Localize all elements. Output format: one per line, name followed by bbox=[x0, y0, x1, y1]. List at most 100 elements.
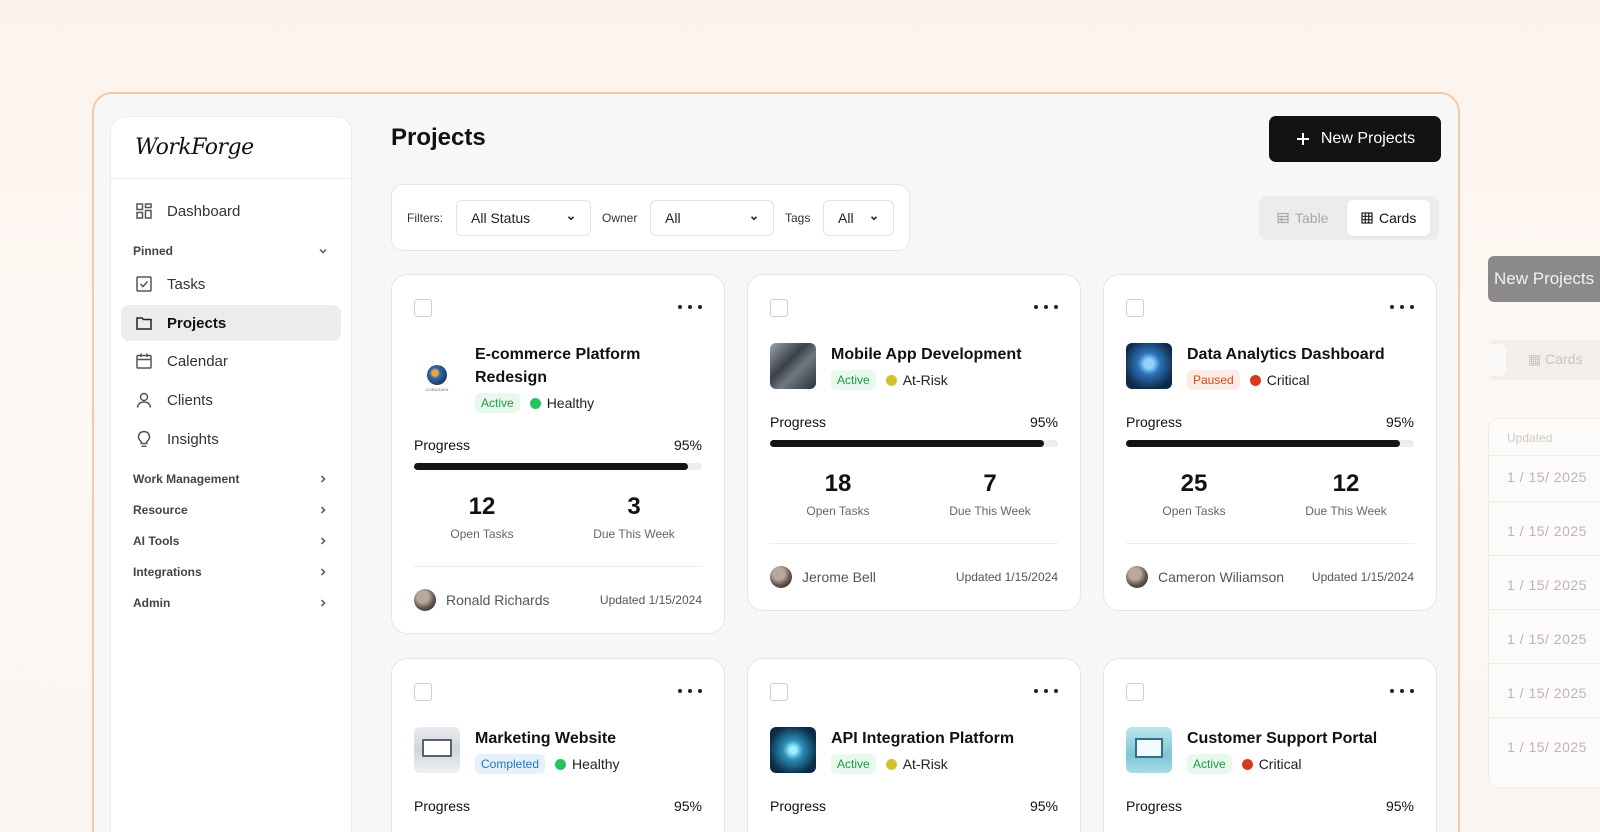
card-checkbox[interactable] bbox=[414, 299, 432, 317]
status-badge: Active bbox=[475, 393, 520, 413]
health-indicator: At-Risk bbox=[885, 372, 948, 388]
status-badge: Paused bbox=[1187, 370, 1240, 390]
due-this-week-stat: 3 Due This Week bbox=[559, 493, 709, 541]
new-projects-button[interactable]: New Projects bbox=[1269, 116, 1441, 162]
card-checkbox[interactable] bbox=[1126, 299, 1144, 317]
chevron-down-icon bbox=[870, 216, 878, 221]
view-toggle: Table Cards bbox=[1259, 196, 1439, 240]
more-options-icon[interactable] bbox=[1034, 681, 1058, 701]
sidebar-group-ai-tools[interactable]: AI Tools bbox=[133, 529, 329, 553]
cards-grid-icon bbox=[1361, 212, 1373, 224]
status-filter-value: All Status bbox=[471, 210, 531, 226]
sidebar-item-calendar[interactable]: Calendar bbox=[121, 343, 341, 379]
status-filter-select[interactable]: All Status bbox=[456, 200, 591, 236]
avatar bbox=[414, 589, 436, 611]
sidebar-group-integrations[interactable]: Integrations bbox=[133, 560, 329, 584]
more-options-icon[interactable] bbox=[1390, 681, 1414, 701]
stat-label: Due This Week bbox=[1305, 504, 1387, 518]
project-card[interactable]: Data Analytics Dashboard Paused Critical… bbox=[1103, 274, 1437, 611]
chevron-right-icon bbox=[320, 506, 326, 514]
ghost-cards-label: ▦ Cards bbox=[1528, 351, 1583, 367]
chevron-right-icon bbox=[320, 475, 326, 483]
ghost-row: 1 / 15/ 2025 bbox=[1507, 577, 1587, 593]
progress-value: 95% bbox=[1385, 414, 1414, 430]
owner-name: Cameron Wiliamson bbox=[1158, 569, 1285, 585]
health-dot bbox=[885, 374, 897, 386]
view-cards-button[interactable]: Cards bbox=[1347, 200, 1431, 236]
project-title[interactable]: Marketing Website bbox=[475, 727, 705, 750]
more-options-icon[interactable] bbox=[678, 681, 702, 701]
sidebar-group-label: Admin bbox=[133, 596, 171, 610]
sidebar-item-tasks[interactable]: Tasks bbox=[121, 266, 341, 302]
more-options-icon[interactable] bbox=[678, 297, 702, 317]
progress-value: 95% bbox=[1029, 798, 1058, 814]
open-tasks-stat: 12 Open Tasks bbox=[407, 493, 557, 541]
stat-label: Due This Week bbox=[593, 527, 675, 541]
card-checkbox[interactable] bbox=[770, 299, 788, 317]
project-card[interactable]: Mobile App Development Active At-Risk Pr… bbox=[747, 274, 1081, 611]
card-checkbox[interactable] bbox=[770, 683, 788, 701]
brand-logo: WorkForge bbox=[111, 117, 351, 179]
filters-label: Filters: bbox=[407, 211, 443, 225]
sidebar-item-dashboard[interactable]: Dashboard bbox=[121, 193, 341, 229]
thumbnail-caption: CORAGAEA bbox=[425, 386, 449, 392]
project-card[interactable]: CORAGAEA E-commerce Platform Redesign Ac… bbox=[391, 274, 725, 634]
sidebar-group-work-management[interactable]: Work Management bbox=[133, 467, 329, 491]
project-card[interactable]: API Integration Platform Active At-Risk … bbox=[747, 658, 1081, 832]
updated-date: Updated 1/15/2024 bbox=[599, 593, 702, 607]
ghost-new-projects-button: New Projects bbox=[1488, 256, 1600, 302]
chevron-right-icon bbox=[320, 568, 326, 576]
view-table-button[interactable]: Table bbox=[1263, 200, 1342, 236]
card-checkbox[interactable] bbox=[414, 683, 432, 701]
project-title[interactable]: Data Analytics Dashboard bbox=[1187, 343, 1417, 366]
ghost-row: 1 / 15/ 2025 bbox=[1507, 631, 1587, 647]
progress-value: 95% bbox=[673, 798, 702, 814]
health-label: Critical bbox=[1266, 372, 1310, 388]
project-badges: Completed Healthy bbox=[475, 754, 620, 774]
project-title[interactable]: API Integration Platform bbox=[831, 727, 1061, 750]
sidebar-item-label: Projects bbox=[167, 314, 227, 332]
owner-filter-select[interactable]: All bbox=[650, 200, 774, 236]
main-content: Projects New Projects Filters: All Statu… bbox=[391, 94, 1458, 832]
stat-value: 12 bbox=[468, 493, 496, 520]
card-checkbox[interactable] bbox=[1126, 683, 1144, 701]
background-panel: New Projects ▦ Cards Updated 1 / 15/ 202… bbox=[1478, 0, 1600, 832]
sidebar-group-label: Pinned bbox=[133, 244, 174, 258]
updated-date: Updated 1/15/2024 bbox=[1311, 570, 1414, 584]
sidebar-item-label: Tasks bbox=[167, 275, 206, 293]
health-label: Healthy bbox=[546, 395, 595, 411]
sidebar-item-projects[interactable]: Projects bbox=[121, 305, 341, 341]
sidebar-item-insights[interactable]: Insights bbox=[121, 421, 341, 457]
tags-filter-select[interactable]: All bbox=[823, 200, 894, 236]
sidebar-group-pinned[interactable]: Pinned bbox=[133, 239, 329, 263]
sidebar-group-label: Work Management bbox=[133, 472, 240, 486]
progress-value: 95% bbox=[1385, 798, 1414, 814]
project-owner: Jerome Bell bbox=[770, 566, 876, 588]
project-card[interactable]: Marketing Website Completed Healthy Prog… bbox=[391, 658, 725, 832]
due-this-week-stat: 12 Due This Week bbox=[1271, 470, 1421, 518]
more-options-icon[interactable] bbox=[1034, 297, 1058, 317]
health-label: At-Risk bbox=[902, 756, 948, 772]
project-title[interactable]: Customer Support Portal bbox=[1187, 727, 1417, 750]
more-options-icon[interactable] bbox=[1390, 297, 1414, 317]
stat-label: Open Tasks bbox=[806, 504, 870, 518]
sidebar-group-admin[interactable]: Admin bbox=[133, 591, 329, 615]
project-title[interactable]: E-commerce Platform Redesign bbox=[475, 343, 705, 389]
ghost-row: 1 / 15/ 2025 bbox=[1507, 469, 1587, 485]
chevron-right-icon bbox=[320, 537, 326, 545]
sidebar-group-resource[interactable]: Resource bbox=[133, 498, 329, 522]
sidebar: WorkForge Dashboard Pinned Tasks Project… bbox=[110, 116, 352, 832]
health-indicator: At-Risk bbox=[885, 756, 948, 772]
status-badge: Active bbox=[831, 754, 876, 774]
tags-filter-label: Tags bbox=[785, 211, 811, 225]
progress-bar bbox=[414, 463, 702, 470]
stat-label: Open Tasks bbox=[450, 527, 514, 541]
ghost-table: Updated 1 / 15/ 2025 1 / 15/ 2025 1 / 15… bbox=[1488, 418, 1600, 788]
project-card[interactable]: Customer Support Portal Active Critical … bbox=[1103, 658, 1437, 832]
user-icon bbox=[136, 392, 152, 408]
sidebar-item-clients[interactable]: Clients bbox=[121, 382, 341, 418]
project-title[interactable]: Mobile App Development bbox=[831, 343, 1061, 366]
stat-value: 3 bbox=[627, 493, 641, 520]
avatar bbox=[1126, 566, 1148, 588]
owner-name: Ronald Richards bbox=[446, 592, 550, 608]
